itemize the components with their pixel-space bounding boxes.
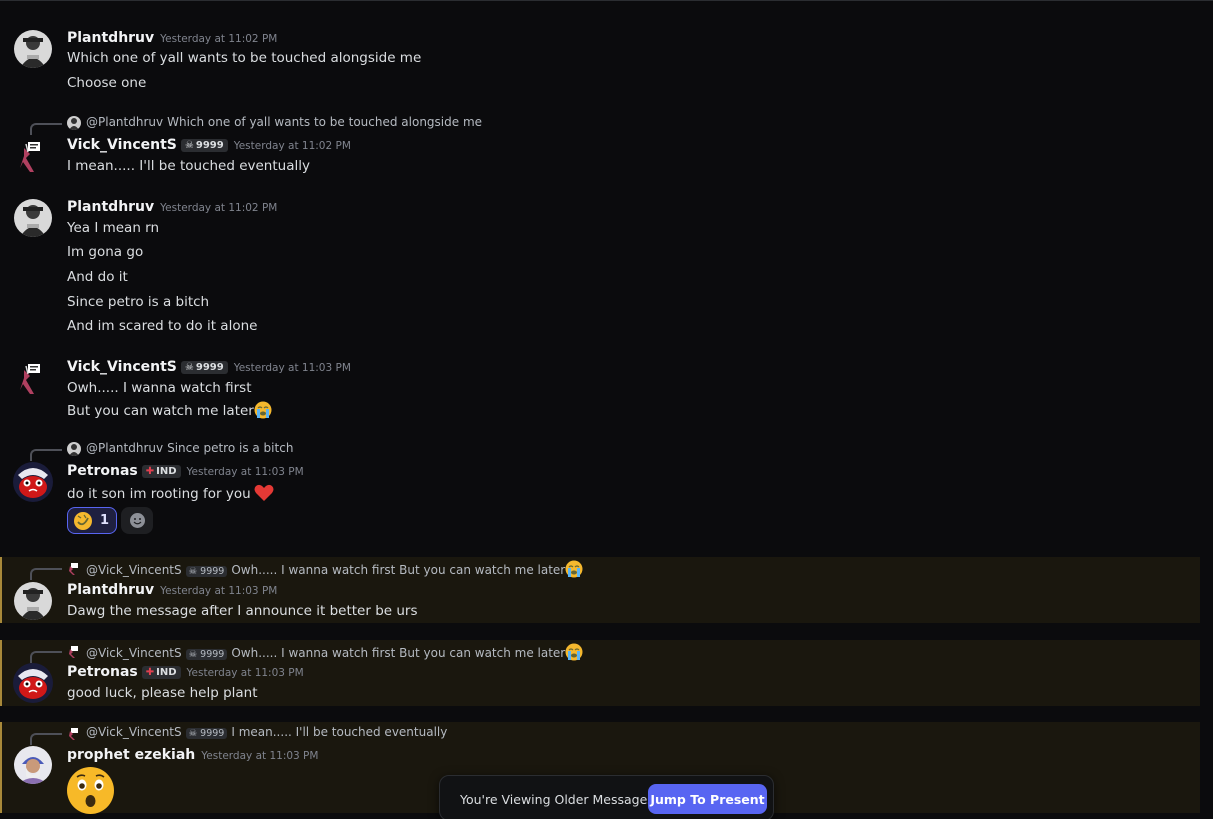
username[interactable]: Plantdhruv Yesterday at 11:02 PM: [67, 30, 277, 46]
username-text[interactable]: Vick_VincentS: [67, 137, 177, 153]
avatar[interactable]: [14, 30, 52, 68]
avatar[interactable]: [14, 360, 52, 398]
loudly-crying-face-icon: [254, 401, 272, 419]
timestamp: Yesterday at 11:03 PM: [160, 585, 278, 597]
avatar[interactable]: [12, 461, 54, 503]
reply-server-tag: ☠ 9999: [185, 566, 228, 577]
reply-author[interactable]: @Vick_VincentS: [86, 646, 182, 660]
reaction-count: 1: [100, 513, 110, 528]
reply-spine: [30, 568, 62, 580]
message-text: do it son im rooting for you: [67, 484, 274, 502]
timestamp: Yesterday at 11:02 PM: [233, 140, 351, 152]
avatar[interactable]: [12, 662, 54, 704]
username-text[interactable]: Plantdhruv: [67, 30, 154, 46]
username[interactable]: Vick_VincentS ☠ 9999 Yesterday at 11:03 PM: [67, 359, 351, 375]
message-text: Which one of yall wants to be touched al…: [67, 50, 422, 66]
loudly-crying-face-icon: [565, 643, 583, 661]
skull-icon: ☠: [184, 140, 194, 151]
avatar[interactable]: [14, 138, 52, 176]
timestamp: Yesterday at 11:03 PM: [233, 362, 351, 374]
reply-spine: [30, 123, 62, 135]
server-tag-label: 9999: [195, 140, 224, 151]
divider: [0, 0, 1213, 1]
message-text: And do it: [67, 269, 128, 285]
reply-avatar: [67, 442, 81, 456]
timestamp: Yesterday at 11:02 PM: [160, 202, 278, 214]
message-text: Dawg the message after I announce it bet…: [67, 603, 418, 619]
username[interactable]: Petronas ✚ IND Yesterday at 11:03 PM: [67, 664, 304, 680]
username-text[interactable]: Plantdhruv: [67, 582, 154, 598]
red-heart-icon: [254, 484, 274, 502]
avatar[interactable]: [14, 746, 52, 784]
message-text: Im gona go: [67, 244, 144, 260]
reply-server-tag: ☠ 9999: [185, 649, 228, 660]
message-text: And im scared to do it alone: [67, 318, 258, 334]
timestamp: Yesterday at 11:03 PM: [186, 667, 304, 679]
timestamp: Yesterday at 11:03 PM: [186, 466, 304, 478]
reply-text[interactable]: I mean..... I'll be touched eventually: [231, 725, 447, 739]
reply-server-tag-label: 9999: [200, 566, 225, 577]
older-messages-text: You're Viewing Older Messages: [460, 792, 654, 807]
reply-spine: [30, 733, 62, 745]
username[interactable]: prophet ezekiah Yesterday at 11:03 PM: [67, 747, 318, 763]
rofl-icon: [74, 512, 92, 530]
flag-icon: ✚: [145, 466, 155, 477]
reply-text[interactable]: Owh..... I wanna watch first But you can…: [231, 563, 565, 577]
reaction-button[interactable]: 1: [67, 507, 117, 534]
message-text: Since petro is a bitch: [67, 294, 210, 310]
server-tag[interactable]: ☠ 9999: [180, 139, 228, 152]
older-messages-bar: You're Viewing Older Messages Jump To Pr…: [439, 775, 774, 819]
add-reaction-icon: [130, 513, 145, 528]
message-text: good luck, please help plant: [67, 685, 258, 701]
server-tag-label: 9999: [195, 362, 224, 373]
message-text-content: do it son im rooting for you: [67, 486, 251, 502]
reply-text[interactable]: Owh..... I wanna watch first But you can…: [231, 646, 565, 660]
avatar[interactable]: [14, 199, 52, 237]
reply-avatar: [67, 561, 81, 575]
username-text[interactable]: Vick_VincentS: [67, 359, 177, 375]
reply-spine: [30, 449, 62, 461]
username[interactable]: Plantdhruv Yesterday at 11:03 PM: [67, 582, 277, 598]
timestamp: Yesterday at 11:03 PM: [201, 750, 319, 762]
jump-to-present-button[interactable]: Jump To Present: [648, 784, 767, 814]
username[interactable]: Plantdhruv Yesterday at 11:02 PM: [67, 199, 277, 215]
server-tag[interactable]: ✚ IND: [141, 666, 181, 679]
username[interactable]: Petronas ✚ IND Yesterday at 11:03 PM: [67, 463, 304, 479]
username-text[interactable]: Petronas: [67, 463, 138, 479]
reply-avatar: [67, 726, 81, 740]
server-tag[interactable]: ✚ IND: [141, 465, 181, 478]
message-text-content: But you can watch me later: [67, 403, 254, 419]
message-text: I mean..... I'll be touched eventually: [67, 158, 310, 174]
reply-author[interactable]: @Plantdhruv: [86, 441, 163, 455]
add-reaction-button[interactable]: [121, 507, 153, 534]
reply-server-tag: ☠ 9999: [185, 728, 228, 739]
server-tag[interactable]: ☠ 9999: [180, 361, 228, 374]
timestamp: Yesterday at 11:02 PM: [160, 33, 278, 45]
reply-server-tag-label: 9999: [200, 728, 225, 739]
reply-author[interactable]: @Plantdhruv: [86, 115, 163, 129]
message-text: But you can watch me later: [67, 401, 272, 419]
astonished-face-icon: [67, 767, 114, 814]
username-text[interactable]: Plantdhruv: [67, 199, 154, 215]
reply-text[interactable]: Since petro is a bitch: [167, 441, 293, 455]
message-list: Plantdhruv Yesterday at 11:02 PM Which on…: [0, 0, 1213, 819]
username-text[interactable]: prophet ezekiah: [67, 747, 195, 763]
server-tag-label: IND: [156, 667, 177, 678]
username[interactable]: Vick_VincentS ☠ 9999 Yesterday at 11:02 PM: [67, 137, 351, 153]
reply-author[interactable]: @Vick_VincentS: [86, 563, 182, 577]
reply-server-tag-label: 9999: [200, 649, 225, 660]
reply-avatar: [67, 116, 81, 130]
reply-avatar: [67, 644, 81, 658]
flag-icon: ✚: [145, 667, 155, 678]
message-text: Choose one: [67, 75, 147, 91]
skull-icon: ☠: [184, 362, 194, 373]
loudly-crying-face-icon: [565, 560, 583, 578]
reply-author[interactable]: @Vick_VincentS: [86, 725, 182, 739]
message-text: Owh..... I wanna watch first: [67, 380, 252, 396]
avatar[interactable]: [14, 582, 52, 620]
message-text: Yea I mean rn: [67, 220, 160, 236]
username-text[interactable]: Petronas: [67, 664, 138, 680]
reply-text[interactable]: Which one of yall wants to be touched al…: [167, 115, 482, 129]
server-tag-label: IND: [156, 466, 177, 477]
